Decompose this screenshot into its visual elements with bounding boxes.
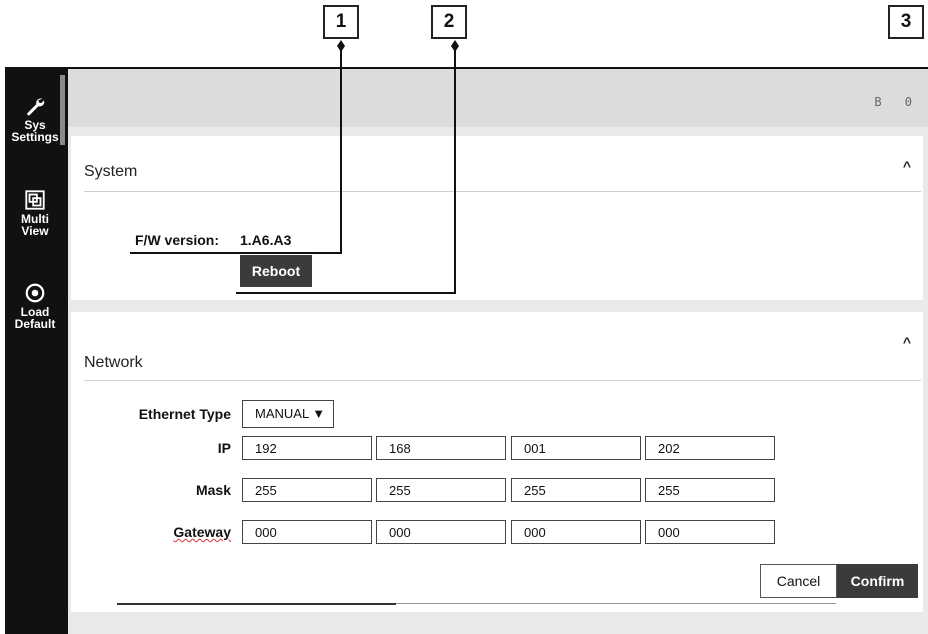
ethernet-type-label: Ethernet Type — [138, 406, 231, 422]
system-collapse-chevron[interactable]: ^ — [903, 158, 911, 174]
sidebar: Sys Settings Multi View Load Default — [5, 67, 65, 634]
wrench-icon — [27, 98, 45, 116]
gateway-field-4[interactable] — [645, 520, 775, 544]
ip-label: IP — [217, 440, 231, 456]
sidebar-item-label: Multi View — [21, 212, 49, 238]
divider — [84, 380, 921, 381]
mask-label: Mask — [195, 482, 231, 498]
ip-field-3[interactable] — [511, 436, 641, 460]
callout-3: 3 — [888, 5, 924, 39]
mask-field-3[interactable] — [511, 478, 641, 502]
sidebar-item-load-default[interactable]: Load Default — [5, 282, 65, 330]
app-window: Sys Settings Multi View Load Default B 0… — [5, 67, 928, 634]
network-collapse-chevron[interactable]: ^ — [903, 334, 911, 350]
confirm-button[interactable]: Confirm — [837, 564, 918, 598]
gateway-field-2[interactable] — [376, 520, 506, 544]
system-title: System — [84, 163, 138, 180]
main-panel: B 0 System ^ F/W version: 1.A6.A3 Reboot… — [68, 69, 928, 634]
sidebar-item-label: Load Default — [14, 305, 56, 331]
callout-2: 2 — [431, 5, 467, 39]
gateway-label: Gateway — [71, 524, 231, 540]
gateway-field-3[interactable] — [511, 520, 641, 544]
fw-version-value: 1.A6.A3 — [240, 232, 292, 248]
ip-field-1[interactable] — [242, 436, 372, 460]
network-title: Network — [84, 354, 143, 371]
fw-version-label: F/W version: — [135, 232, 220, 248]
horizontal-scrollbar-track — [396, 603, 836, 604]
top-bar: B 0 — [68, 69, 928, 127]
network-card: Network ^ Ethernet Type MANUAL ▼ IP Mask… — [71, 312, 923, 612]
target-icon — [25, 283, 45, 303]
multiview-icon — [25, 190, 45, 210]
divider — [84, 191, 921, 192]
sidebar-item-multi-view[interactable]: Multi View — [5, 189, 65, 237]
ethernet-type-select[interactable]: MANUAL ▼ — [242, 400, 335, 428]
sidebar-item-label: Sys Settings — [11, 118, 59, 144]
topbar-icons[interactable]: B 0 — [874, 95, 920, 109]
ip-field-4[interactable] — [645, 436, 775, 460]
cancel-button[interactable]: Cancel — [760, 564, 837, 598]
gateway-label-text: Gateway — [173, 524, 231, 540]
horizontal-scrollbar[interactable] — [117, 603, 396, 605]
system-card: System ^ F/W version: 1.A6.A3 Reboot — [71, 136, 923, 300]
ip-field-2[interactable] — [376, 436, 506, 460]
sidebar-item-sys-settings[interactable]: Sys Settings — [5, 95, 65, 143]
mask-field-2[interactable] — [376, 478, 506, 502]
reboot-button[interactable]: Reboot — [240, 255, 312, 287]
mask-field-4[interactable] — [645, 478, 775, 502]
mask-field-1[interactable] — [242, 478, 372, 502]
gateway-field-1[interactable] — [242, 520, 372, 544]
callout-1: 1 — [323, 5, 359, 39]
